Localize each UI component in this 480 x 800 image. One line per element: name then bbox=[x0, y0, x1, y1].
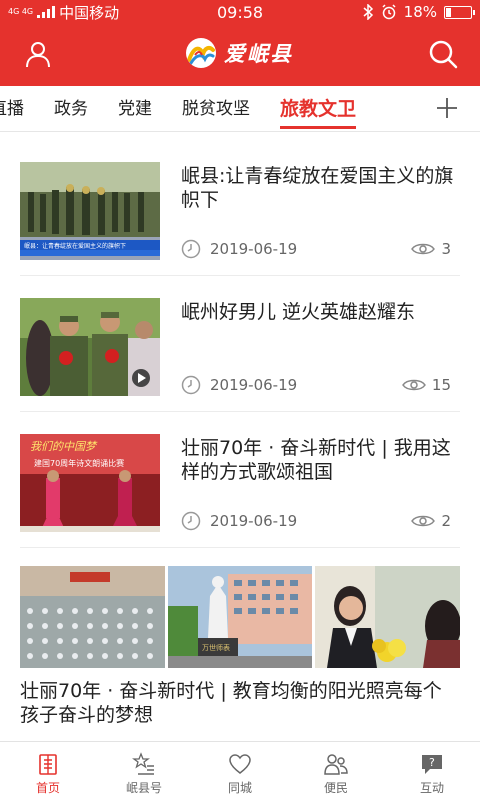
nav-interact-label: 互动 bbox=[419, 781, 444, 795]
news-item[interactable]: 岷州好男儿 逆火英雄赵耀东 2019-06-19 15 bbox=[20, 276, 460, 412]
app-name: 爱岷县 bbox=[224, 41, 293, 66]
news-title[interactable]: 岷州好男儿 逆火英雄赵耀东 bbox=[181, 300, 461, 324]
tab-government[interactable]: 政务 bbox=[54, 86, 88, 132]
news-item[interactable]: 我们的中国梦 建国70周年诗文朗诵比赛 壮丽70年 · 奋斗新时代 | 我用这样… bbox=[20, 412, 460, 548]
thumbnail-caption: 岷县：让青春绽放在爱国主义的旗帜下 bbox=[24, 242, 126, 250]
app-brand: 爱岷县 bbox=[186, 38, 293, 68]
battery-percent: 18% bbox=[403, 3, 438, 21]
news-thumbnail: 岷县：让青春绽放在爱国主义的旗帜下 bbox=[20, 162, 160, 260]
nav-services-label: 便民 bbox=[323, 781, 348, 795]
tab-live[interactable]: 直播 bbox=[0, 86, 24, 132]
news-date: 2019-06-19 bbox=[210, 512, 298, 530]
featured-image-2: 万世师表 bbox=[167, 566, 313, 668]
news-thumbnail bbox=[20, 298, 160, 396]
carrier-name: 中国移动 bbox=[59, 3, 120, 22]
star-list-icon bbox=[132, 752, 154, 775]
statue-inscription: 万世师表 bbox=[202, 643, 230, 652]
banner-slogan: 我们的中国梦 bbox=[30, 440, 98, 453]
news-meta: 2019-06-19 2 bbox=[181, 510, 451, 532]
featured-title[interactable]: 壮丽70年 · 奋斗新时代 | 教育均衡的阳光照亮每个孩子奋斗的梦想 bbox=[20, 679, 460, 727]
nav-minxian-hao-label: 岷县号 bbox=[125, 781, 162, 795]
status-bar: 4G 4G 中国移动 09:58 18% bbox=[0, 0, 480, 24]
status-time: 09:58 bbox=[216, 2, 264, 22]
bluetooth-icon bbox=[363, 4, 373, 20]
news-views: 15 bbox=[431, 376, 451, 394]
nav-home-label: 首页 bbox=[35, 781, 60, 795]
news-meta: 2019-06-19 15 bbox=[181, 374, 451, 396]
signal-bars-icon bbox=[37, 6, 56, 18]
heart-icon bbox=[229, 754, 251, 774]
featured-image-1 bbox=[20, 566, 165, 668]
chat-icon: ? bbox=[422, 755, 442, 774]
category-tabs: 直播 政务 党建 脱贫攻坚 旅教文卫 bbox=[0, 86, 480, 132]
people-icon bbox=[324, 754, 348, 775]
clock-icon bbox=[181, 375, 201, 395]
home-icon bbox=[39, 754, 57, 775]
news-title[interactable]: 壮丽70年 · 奋斗新时代 | 我用这样的方式歌颂祖国 bbox=[181, 436, 461, 484]
search-icon[interactable] bbox=[428, 39, 458, 69]
svg-text:?: ? bbox=[429, 756, 435, 769]
battery-icon bbox=[444, 5, 476, 19]
app-header: 爱岷县 bbox=[0, 24, 480, 86]
news-date: 2019-06-19 bbox=[210, 376, 298, 394]
featured-image-3 bbox=[315, 566, 461, 668]
signal-icon: 4G 4G bbox=[8, 7, 34, 16]
eye-icon bbox=[411, 515, 436, 527]
news-views: 2 bbox=[441, 512, 451, 530]
banner-title: 建国70周年诗文朗诵比赛 bbox=[34, 458, 124, 468]
featured-news[interactable]: 万世师表 壮丽70年 · 奋斗新时代 | 教育均衡的阳光照亮每个孩子奋斗的梦想 bbox=[20, 566, 461, 746]
nav-services[interactable]: 便民 bbox=[288, 742, 384, 800]
news-thumbnail: 我们的中国梦 建国70周年诗文朗诵比赛 bbox=[20, 434, 160, 532]
eye-icon bbox=[402, 379, 426, 391]
alarm-icon bbox=[382, 4, 396, 20]
news-date: 2019-06-19 bbox=[210, 240, 298, 258]
news-views: 3 bbox=[441, 240, 451, 258]
app-logo bbox=[186, 38, 216, 68]
eye-icon bbox=[411, 243, 436, 255]
plus-icon[interactable] bbox=[436, 97, 458, 119]
nav-minxian-hao[interactable]: 岷县号 bbox=[96, 742, 192, 800]
nav-local-label: 同城 bbox=[227, 781, 252, 795]
nav-interact[interactable]: ? 互动 bbox=[384, 742, 480, 800]
nav-local[interactable]: 同城 bbox=[192, 742, 288, 800]
news-item[interactable]: 岷县：让青春绽放在爱国主义的旗帜下 岷县:让青春绽放在爱国主义的旗帜下 2019… bbox=[20, 140, 460, 276]
tab-poverty[interactable]: 脱贫攻坚 bbox=[182, 86, 250, 132]
nav-home[interactable]: 首页 bbox=[0, 742, 96, 800]
news-meta: 2019-06-19 3 bbox=[181, 238, 451, 260]
featured-images: 万世师表 bbox=[20, 566, 461, 668]
clock-icon bbox=[181, 239, 201, 259]
bottom-nav: 首页 岷县号 同城 便民 ? 互动 bbox=[0, 741, 480, 800]
tab-tourism-education[interactable]: 旅教文卫 bbox=[280, 86, 357, 132]
clock-icon bbox=[181, 511, 201, 531]
user-icon[interactable] bbox=[24, 40, 52, 68]
news-title[interactable]: 岷县:让青春绽放在爱国主义的旗帜下 bbox=[181, 164, 461, 212]
tab-party[interactable]: 党建 bbox=[118, 86, 152, 132]
